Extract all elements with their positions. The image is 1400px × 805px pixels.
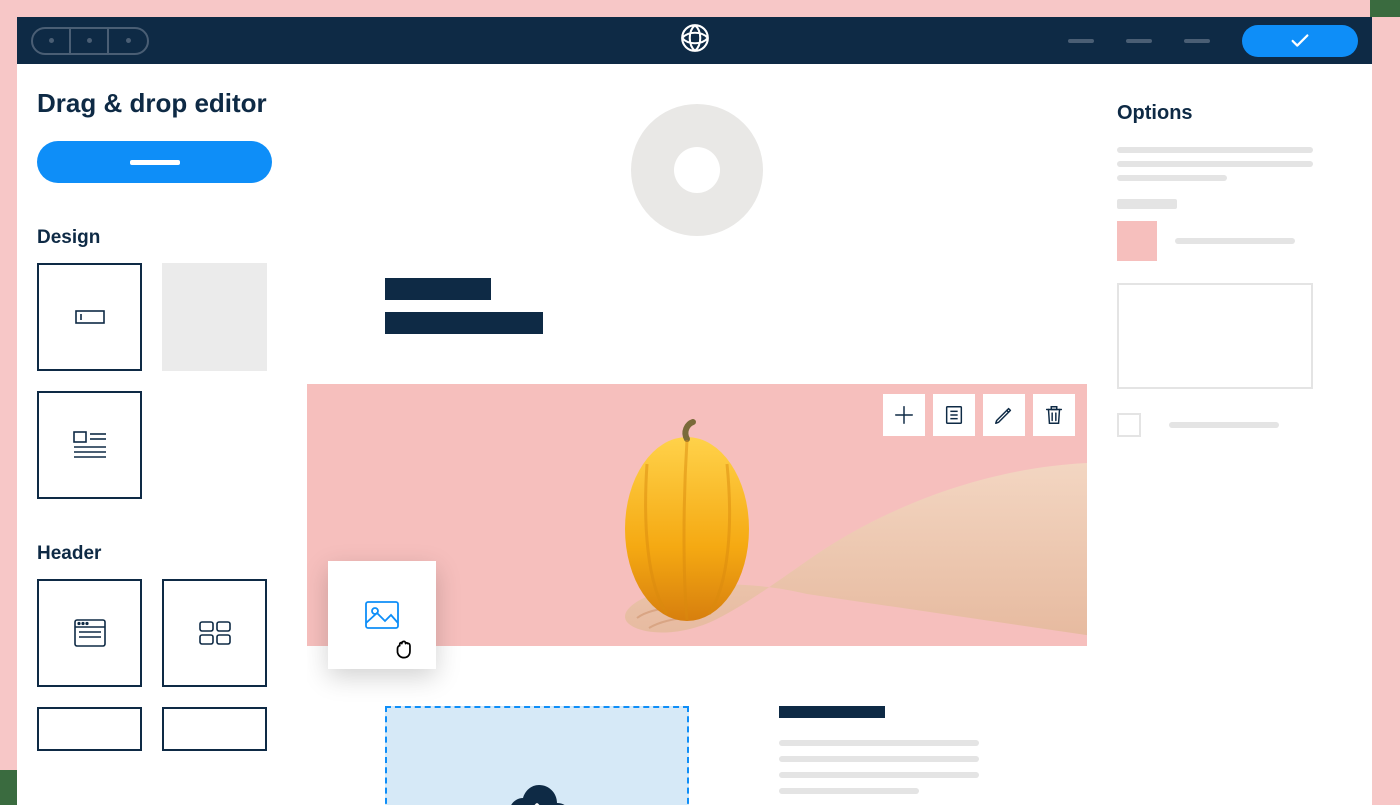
- block-empty: [162, 263, 267, 371]
- pencil-icon: [993, 404, 1015, 426]
- option-box[interactable]: [1117, 283, 1313, 389]
- color-swatch[interactable]: [1117, 221, 1157, 261]
- device-desktop[interactable]: [33, 29, 71, 53]
- add-button[interactable]: [883, 394, 925, 436]
- top-bar: [17, 17, 1372, 64]
- block-toolbar: [883, 394, 1075, 436]
- hero-section: [307, 64, 1087, 384]
- logo-placeholder[interactable]: [631, 104, 763, 236]
- edit-button[interactable]: [983, 394, 1025, 436]
- section-title-header: Header: [37, 543, 287, 565]
- editor-app: Drag & drop editor Design: [17, 17, 1372, 805]
- trash-icon: [1043, 404, 1065, 426]
- checkbox-label: [1169, 422, 1279, 428]
- text-image-icon: [73, 431, 107, 459]
- checkbox-row: [1117, 413, 1342, 437]
- top-actions: [1068, 25, 1358, 57]
- image-icon: [365, 601, 399, 629]
- dragging-image-block: [328, 561, 436, 669]
- top-action-1[interactable]: [1068, 39, 1094, 43]
- device-mobile[interactable]: [109, 29, 147, 53]
- primary-action-button[interactable]: [37, 141, 272, 183]
- grab-cursor-icon: [391, 636, 417, 667]
- color-option-row: [1117, 221, 1342, 261]
- input-icon: [75, 307, 105, 327]
- check-icon: [1289, 30, 1311, 52]
- canvas-area[interactable]: [307, 64, 1087, 805]
- section-title-design: Design: [37, 227, 287, 249]
- delete-button[interactable]: [1033, 394, 1075, 436]
- block-header-3[interactable]: [37, 707, 142, 751]
- placeholder-bar: [130, 160, 180, 165]
- editor-body: Drag & drop editor Design: [17, 64, 1372, 805]
- cloud-upload-icon: [501, 781, 573, 805]
- design-blocks: [37, 263, 287, 499]
- block-header-4[interactable]: [162, 707, 267, 751]
- plus-icon: [893, 404, 915, 426]
- top-action-2[interactable]: [1126, 39, 1152, 43]
- circle-inner: [674, 147, 720, 193]
- options-title: Options: [1117, 102, 1342, 125]
- option-label: [1117, 199, 1177, 209]
- spiral-icon: [681, 24, 709, 52]
- block-browser[interactable]: [37, 579, 142, 687]
- color-value-placeholder: [1175, 238, 1295, 244]
- heading-placeholder: [779, 706, 885, 718]
- option-line: [1117, 161, 1313, 167]
- app-logo: [681, 24, 709, 57]
- sidebar-title: Drag & drop editor: [37, 88, 287, 119]
- document-icon: [943, 404, 965, 426]
- blocks-sidebar: Drag & drop editor Design: [17, 64, 307, 805]
- block-text-image[interactable]: [37, 391, 142, 499]
- content-row: [307, 646, 1087, 805]
- option-checkbox[interactable]: [1117, 413, 1141, 437]
- grid-icon: [199, 621, 231, 645]
- text-content-placeholder[interactable]: [779, 706, 1009, 805]
- device-preview-selector[interactable]: [31, 27, 149, 55]
- device-tablet[interactable]: [71, 29, 109, 53]
- title-placeholder[interactable]: [385, 278, 543, 346]
- block-grid[interactable]: [162, 579, 267, 687]
- header-blocks: [37, 579, 287, 751]
- decorative-stripe: [1370, 0, 1400, 17]
- duplicate-button[interactable]: [933, 394, 975, 436]
- decorative-corner: [0, 770, 17, 805]
- top-action-3[interactable]: [1184, 39, 1210, 43]
- options-panel: Options: [1087, 64, 1372, 805]
- option-line: [1117, 147, 1313, 153]
- block-text-input[interactable]: [37, 263, 142, 371]
- browser-icon: [74, 619, 106, 647]
- option-line: [1117, 175, 1227, 181]
- confirm-button[interactable]: [1242, 25, 1358, 57]
- image-drop-zone[interactable]: [385, 706, 689, 805]
